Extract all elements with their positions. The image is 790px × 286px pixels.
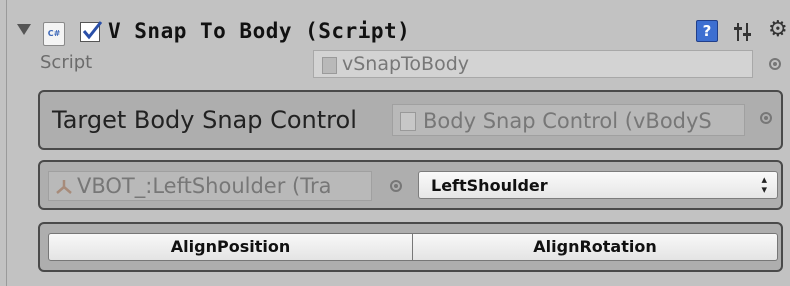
bone-transform-picker-icon[interactable] [390,180,402,192]
script-label: Script [40,52,93,73]
target-body-snap-label: Target Body Snap Control [52,106,357,134]
align-buttons-box: AlignPosition AlignRotation [38,222,783,272]
gear-icon[interactable]: ⚙ [768,19,788,41]
bone-dropdown[interactable]: LeftShoulder ▴ ▾ [418,171,778,199]
csharp-script-icon: C# [43,22,65,46]
target-body-snap-picker-icon[interactable] [760,112,772,124]
target-body-snap-box: Target Body Snap Control Body Snap Contr… [38,90,783,150]
script-file-icon [322,57,337,74]
script-field[interactable]: vSnapToBody [313,50,753,78]
script-row: Script vSnapToBody [0,48,790,80]
component-title: V Snap To Body (Script) [108,19,411,43]
presets-icon[interactable] [734,21,754,43]
foldout-arrow-icon[interactable] [17,24,31,35]
bone-select-box: VBOT_:LeftShoulder (Tra LeftShoulder ▴ ▾ [38,160,783,210]
bone-transform-value: VBOT_:LeftShoulder (Tra [77,174,332,198]
object-field-icon [400,112,416,131]
component-header[interactable]: C# V Snap To Body (Script) ? ⚙ [0,14,790,50]
bone-transform-field[interactable]: VBOT_:LeftShoulder (Tra [48,171,372,201]
help-icon[interactable]: ? [696,20,718,42]
script-value: vSnapToBody [342,53,470,75]
dropdown-arrows-icon: ▴ ▾ [761,173,767,196]
script-picker-icon[interactable] [769,58,781,70]
bone-dropdown-value: LeftShoulder [431,176,548,195]
align-position-button[interactable]: AlignPosition [48,233,413,261]
transform-icon [56,180,72,194]
target-body-snap-value: Body Snap Control (vBodyS [423,109,712,133]
inspector-panel: C# V Snap To Body (Script) ? ⚙ Script vS… [0,0,790,286]
target-body-snap-field[interactable]: Body Snap Control (vBodyS [392,104,745,136]
checkmark-icon [82,21,103,40]
component-enabled-checkbox[interactable] [80,21,103,42]
align-rotation-button[interactable]: AlignRotation [412,233,778,261]
